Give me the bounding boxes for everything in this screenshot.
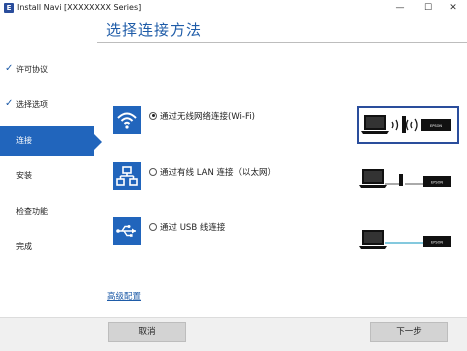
close-button[interactable]: ✕ xyxy=(442,1,464,15)
app-icon: E xyxy=(4,3,14,13)
advanced-settings-link[interactable]: 高级配置 xyxy=(107,290,141,302)
sidebar-item-label: 安装 xyxy=(16,171,32,180)
minimize-button[interactable]: — xyxy=(389,1,411,15)
sidebar-item-license: ✓ 许可协议 xyxy=(0,55,94,85)
diagram-usb: EPSON xyxy=(357,223,455,257)
sidebar-item-label: 选择选项 xyxy=(16,100,48,109)
wifi-icon xyxy=(113,106,141,134)
sidebar-item-label: 完成 xyxy=(16,242,32,251)
svg-text:EPSON: EPSON xyxy=(431,181,443,185)
sidebar-item-check-functions: 检查功能 xyxy=(0,197,94,227)
sidebar-item-options: ✓ 选择选项 xyxy=(0,90,94,120)
laptop-icon xyxy=(359,230,387,249)
footer: 取消 下一步 xyxy=(0,317,467,351)
maximize-button[interactable]: ☐ xyxy=(417,1,439,15)
radio-wifi[interactable] xyxy=(149,111,157,120)
radio-usb[interactable] xyxy=(149,222,157,231)
header-divider xyxy=(97,42,467,43)
option-usb-label[interactable]: 通过 USB 线连接 xyxy=(149,221,225,233)
option-ethernet-label[interactable]: 通过有线 LAN 连接（以太网） xyxy=(149,166,276,178)
title-bar: E Install Navi [XXXXXXXX Series] — ☐ ✕ xyxy=(0,0,467,18)
svg-text:EPSON: EPSON xyxy=(431,241,443,245)
printer-icon: EPSON xyxy=(414,118,451,132)
next-button[interactable]: 下一步 xyxy=(370,322,448,342)
ethernet-icon xyxy=(113,162,141,190)
sidebar-item-label: 检查功能 xyxy=(16,207,48,216)
window-title: Install Navi [XXXXXXXX Series] xyxy=(17,3,142,12)
checkmark-icon: ✓ xyxy=(5,98,14,109)
sidebar-item-label: 连接 xyxy=(16,136,32,145)
router-icon xyxy=(399,174,403,186)
option-wifi-label[interactable]: 通过无线网络连接(Wi-Fi) xyxy=(149,110,255,122)
usb-icon xyxy=(113,217,141,245)
diagram-wifi: EPSON xyxy=(357,106,459,144)
router-icon xyxy=(391,116,413,133)
laptop-icon xyxy=(361,115,389,134)
diagram-ethernet: EPSON xyxy=(357,162,455,196)
sidebar-item-label: 许可协议 xyxy=(16,65,48,74)
printer-icon: EPSON xyxy=(423,236,451,247)
cancel-button[interactable]: 取消 xyxy=(108,322,186,342)
page-title: 选择连接方法 xyxy=(106,21,203,39)
laptop-icon xyxy=(359,169,387,188)
printer-icon: EPSON xyxy=(423,176,451,187)
sidebar-item-finish: 完成 xyxy=(0,232,94,262)
radio-ethernet[interactable] xyxy=(149,167,157,176)
sidebar: ✓ 许可协议 ✓ 选择选项 连接 安装 检查功能 完成 xyxy=(0,47,102,317)
sidebar-item-connection: 连接 xyxy=(0,126,102,156)
checkmark-icon: ✓ xyxy=(5,63,14,74)
sidebar-item-install: 安装 xyxy=(0,161,94,191)
svg-text:EPSON: EPSON xyxy=(430,124,442,128)
